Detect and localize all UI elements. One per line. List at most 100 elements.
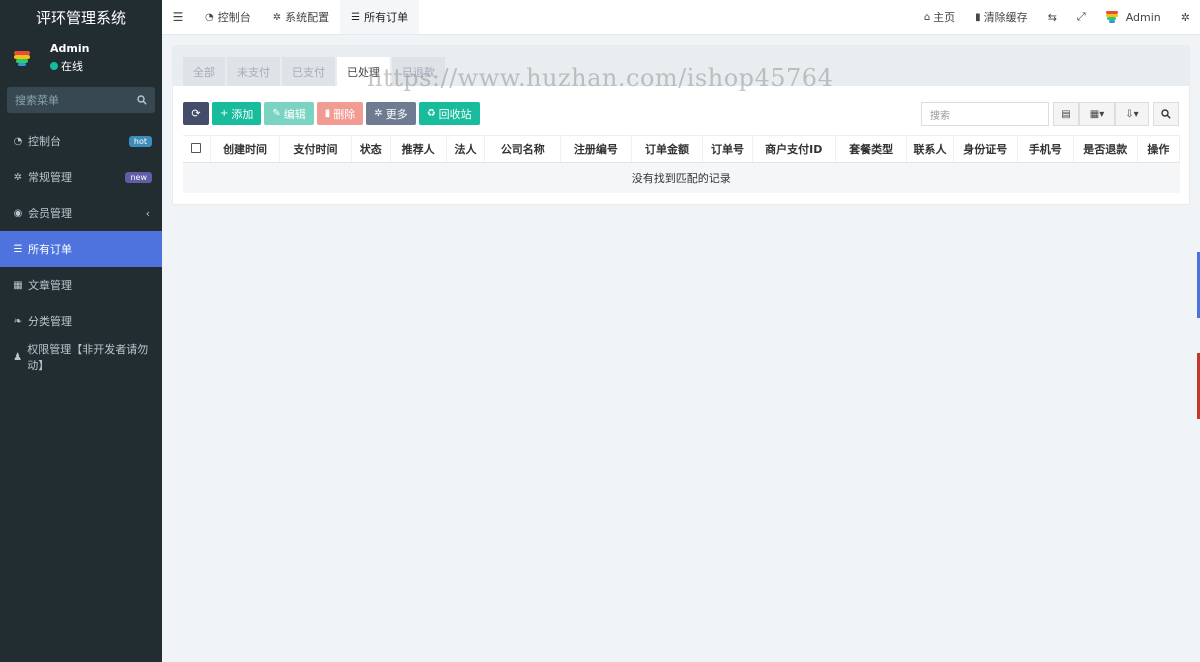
tab-all-orders[interactable]: ☰ 所有订单: [340, 0, 420, 34]
column-header[interactable]: 状态: [351, 135, 391, 163]
trash-icon: ▮: [324, 108, 331, 119]
sidebar-item-label: 分类管理: [28, 315, 72, 328]
column-header[interactable]: 注册编号: [560, 135, 632, 163]
toggle-view-button[interactable]: ▤: [1053, 102, 1079, 126]
edit-button[interactable]: ✎ 编辑: [264, 102, 314, 125]
table-search-input[interactable]: 搜索: [921, 102, 1049, 126]
column-header[interactable]: 公司名称: [484, 135, 562, 163]
home-icon: ⌂: [923, 11, 931, 23]
sidebar-item-categories[interactable]: ❧ 分类管理: [0, 303, 162, 339]
refresh-button[interactable]: ⟳: [183, 102, 209, 125]
column-header[interactable]: 支付时间: [279, 135, 352, 163]
clear-cache-label: 清除缓存: [983, 11, 1028, 24]
sidebar-item-label: 会员管理: [28, 207, 72, 220]
sidebar-menu: ◔ 控制台 hot ✲ 常规管理 new ◉ 会员管理 ‹ ☰ 所有订单 ▦ 文…: [0, 123, 162, 375]
column-header[interactable]: 手机号: [1017, 135, 1074, 163]
sidebar-item-permissions[interactable]: ♟ 权限管理【非开发者请勿动】: [0, 339, 162, 375]
menu-toggle-icon[interactable]: ☰: [162, 0, 194, 34]
clear-cache-button[interactable]: ▮ 清除缓存: [965, 0, 1038, 34]
tab-all[interactable]: 全部: [183, 57, 225, 86]
dashboard-icon: ◔: [205, 11, 214, 23]
plus-icon: +: [220, 108, 229, 119]
recycle-bin-button[interactable]: ♻ 回收站: [418, 102, 480, 125]
tab-unpaid[interactable]: 未支付: [227, 57, 280, 86]
settings-button[interactable]: ✲: [1171, 0, 1200, 34]
sidebar-item-members[interactable]: ◉ 会员管理 ‹: [0, 195, 162, 231]
tab-label: 所有订单: [364, 11, 409, 24]
tab-label: 控制台: [217, 11, 251, 24]
user-status: 在线: [50, 58, 89, 74]
search-icon: [1161, 109, 1171, 119]
new-badge: new: [125, 171, 152, 183]
search-icon[interactable]: [137, 95, 147, 105]
admin-menu[interactable]: Admin: [1096, 0, 1171, 34]
home-link[interactable]: ⌂ 主页: [914, 0, 965, 34]
calendar-icon: ▦: [13, 279, 23, 291]
delete-button[interactable]: ▮ 删除: [316, 102, 364, 125]
sidebar-item-general[interactable]: ✲ 常规管理 new: [0, 159, 162, 195]
columns-button[interactable]: ▦▾: [1079, 102, 1115, 126]
sidebar-item-label: 所有订单: [28, 243, 72, 256]
avatar: [1105, 11, 1118, 23]
more-button[interactable]: ✲ 更多: [366, 102, 416, 125]
column-header[interactable]: 联系人: [906, 135, 954, 163]
admin-label: Admin: [1125, 10, 1161, 24]
top-navbar: ☰ ◔ 控制台 ✲ 系统配置 ☰ 所有订单 ⌂ 主页 ▮ 清除缓存 ⇆ ⤢ Ad…: [162, 0, 1200, 35]
export-button[interactable]: ⇩▾: [1115, 102, 1149, 126]
tab-system-config[interactable]: ✲ 系统配置: [262, 0, 340, 34]
recycle-icon: ♻: [426, 108, 436, 119]
orders-table: 创建时间 支付时间 状态 推荐人 法人 公司名称 注册编号 订单金额 订单号 商户支付ID 套餐类型…: [183, 135, 1181, 193]
add-button[interactable]: + 添加: [212, 102, 262, 125]
group-icon: ♟: [13, 351, 23, 363]
edit-label: 编辑: [283, 107, 306, 121]
column-header[interactable]: 商户支付ID: [752, 135, 836, 163]
recycle-label: 回收站: [438, 107, 472, 121]
sidebar: 评环管理系统 Admin 在线 搜索菜单 ◔ 控制台 hot ✲ 常规管理 ne: [0, 0, 162, 662]
column-header[interactable]: 推荐人: [390, 135, 447, 163]
user-name: Admin: [50, 41, 90, 55]
tab-dashboard[interactable]: ◔ 控制台: [194, 0, 262, 34]
home-label: 主页: [933, 11, 956, 24]
sidebar-item-label: 控制台: [28, 135, 61, 148]
pencil-icon: ✎: [272, 108, 281, 119]
search-toggle-button[interactable]: [1153, 102, 1179, 126]
list-icon: ☰: [13, 243, 23, 255]
brand-title[interactable]: 评环管理系统: [0, 0, 162, 35]
column-header[interactable]: 订单号: [702, 135, 753, 163]
tab-paid[interactable]: 已支付: [282, 57, 335, 86]
column-header[interactable]: 身份证号: [953, 135, 1018, 163]
sidebar-item-label: 文章管理: [28, 279, 72, 292]
column-header[interactable]: 套餐类型: [835, 135, 908, 163]
column-header[interactable]: 订单金额: [631, 135, 704, 163]
cogs-icon: ✲: [1180, 10, 1190, 24]
language-button[interactable]: ⇆: [1038, 0, 1067, 34]
cog-icon: ✲: [374, 108, 383, 119]
sidebar-item-label: 权限管理【非开发者请勿动】: [27, 343, 149, 372]
column-header[interactable]: 创建时间: [210, 135, 281, 163]
dashboard-icon: ◔: [13, 135, 23, 147]
table-row: 没有找到匹配的记录: [183, 162, 1180, 193]
table-header: 创建时间 支付时间 状态 推荐人 法人 公司名称 注册编号 订单金额 订单号 商户支付ID 套餐类型…: [183, 135, 1181, 163]
tab-label: 系统配置: [285, 11, 330, 24]
sidebar-item-label: 常规管理: [28, 171, 72, 184]
sidebar-item-dashboard[interactable]: ◔ 控制台 hot: [0, 123, 162, 159]
column-header[interactable]: 是否退款: [1073, 135, 1138, 163]
refresh-icon: ⟳: [191, 107, 201, 120]
avatar: [14, 50, 30, 66]
columns-icon: ▦▾: [1089, 108, 1105, 120]
online-dot-icon: [50, 61, 58, 70]
table-tools: 搜索 ▤ ▦▾ ⇩▾: [921, 102, 1179, 126]
column-header[interactable]: 法人: [446, 135, 486, 163]
user-circle-icon: ◉: [13, 207, 23, 219]
sidebar-item-articles[interactable]: ▦ 文章管理: [0, 267, 162, 303]
toolbar: ⟳ + 添加 ✎ 编辑 ▮ 删除 ✲ 更多 ♻ 回收站: [183, 102, 483, 125]
select-all-checkbox[interactable]: [183, 135, 211, 163]
sidebar-item-orders[interactable]: ☰ 所有订单: [0, 231, 162, 267]
more-label: 更多: [385, 107, 408, 121]
empty-message: 没有找到匹配的记录: [183, 162, 1180, 193]
menu-search-input[interactable]: 搜索菜单: [7, 87, 155, 113]
export-icon: ⇩▾: [1125, 108, 1139, 120]
fullscreen-button[interactable]: ⤢: [1067, 0, 1096, 34]
column-header[interactable]: 操作: [1137, 135, 1181, 163]
trash-icon: ▮: [975, 11, 981, 23]
